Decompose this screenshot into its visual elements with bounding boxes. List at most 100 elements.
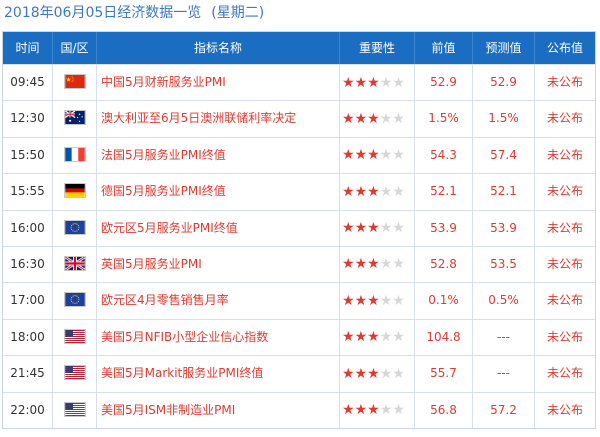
row-flag [52, 174, 96, 210]
row-previous: 55.7 [414, 356, 472, 392]
row-importance: ★ ★ ★ ★ ★ [339, 392, 414, 428]
header-indicator: 指标名称 [96, 32, 339, 64]
star-filled-icon: ★ [354, 329, 368, 346]
row-time: 18:00 [10, 329, 45, 344]
row-time: 09:45 [10, 75, 45, 89]
row-indicator-name[interactable]: 欧元区5月服务业PMI终值 [96, 210, 339, 246]
row-importance: ★ ★ ★ ★ ★ [339, 319, 414, 356]
header-actual: 公布值 [534, 32, 595, 64]
importance-stars: ★ ★ ★ ★ ★ [342, 174, 405, 209]
row-forecast: 53.9 [472, 210, 534, 246]
row-time: 12:30 [10, 111, 45, 126]
row-forecast: 57.4 [472, 137, 534, 174]
row-actual: 未公布 [534, 101, 595, 137]
row-flag [52, 246, 96, 283]
star-empty-icon: ★ [392, 183, 405, 200]
header-region: 国/区 [52, 32, 96, 64]
page-title-weekday: (星期二) [211, 5, 265, 21]
star-empty-icon: ★ [392, 365, 405, 382]
row-previous: 54.3 [414, 137, 472, 174]
row-importance: ★ ★ ★ ★ ★ [339, 65, 414, 101]
france-flag-icon [63, 146, 86, 162]
eu-flag-icon [63, 292, 86, 308]
row-indicator-name[interactable]: 美国5月NFIB小型企业信心指数 [96, 319, 339, 356]
row-actual: 未公布 [534, 137, 595, 174]
importance-stars: ★ ★ ★ ★ ★ [342, 101, 405, 136]
row-importance: ★ ★ ★ ★ ★ [339, 174, 414, 210]
usa-flag-icon [63, 328, 86, 344]
table-row[interactable]: 22:00 美国5月ISM非制造业PMI ★ ★ ★ ★ ★ 56.8 57.2 未公布 [3, 391, 595, 428]
star-filled-icon: ★ [354, 402, 368, 419]
row-forecast: --- [472, 319, 534, 356]
star-filled-icon: ★ [367, 74, 380, 91]
star-empty-icon: ★ [392, 220, 405, 237]
table-row[interactable]: 21:45 美国5月Markit服务业PMI终值 ★ ★ ★ ★ ★ 55.7 --- … [3, 355, 595, 392]
table-row[interactable]: 15:55 德国5月服务业PMI终值 ★ ★ ★ ★ ★ 52.1 52.1 未公布 [3, 173, 595, 210]
star-empty-icon: ★ [392, 292, 405, 309]
star-filled-icon: ★ [367, 147, 380, 164]
table-row[interactable]: 12:30 澳大利亚至6月5日澳洲联储利率决定 ★ ★ ★ ★ ★ 1.5% 1.5% … [3, 100, 595, 137]
star-empty-icon: ★ [379, 292, 393, 309]
importance-stars: ★ ★ ★ ★ ★ [342, 65, 405, 100]
australia-flag-icon [63, 110, 86, 126]
row-indicator-name[interactable]: 美国5月ISM非制造业PMI [96, 392, 339, 428]
row-indicator-name[interactable]: 欧元区4月零售销售月率 [96, 283, 339, 319]
row-indicator-name[interactable]: 澳大利亚至6月5日澳洲联储利率决定 [96, 101, 339, 137]
star-filled-icon: ★ [367, 220, 380, 237]
star-empty-icon: ★ [392, 329, 405, 346]
row-importance: ★ ★ ★ ★ ★ [339, 137, 414, 174]
uk-flag-icon [63, 255, 86, 271]
table-row[interactable]: 16:30 英国5月服务业PMI ★ ★ ★ ★ ★ 52.8 53.5 未公布 [3, 245, 595, 283]
star-filled-icon: ★ [367, 329, 380, 346]
star-empty-icon: ★ [379, 183, 393, 200]
star-filled-icon: ★ [367, 183, 380, 200]
star-empty-icon: ★ [379, 74, 393, 91]
row-indicator-name[interactable]: 德国5月服务业PMI终值 [96, 174, 339, 210]
star-empty-icon: ★ [379, 147, 393, 164]
star-empty-icon: ★ [392, 402, 405, 419]
page-title-date: 2018年06月05日经济数据一览 [4, 5, 202, 21]
row-previous: 53.9 [414, 210, 472, 246]
row-importance: ★ ★ ★ ★ ★ [339, 246, 414, 283]
star-filled-icon: ★ [342, 183, 355, 200]
row-previous: 104.8 [414, 319, 472, 356]
header-forecast: 预测值 [472, 32, 534, 64]
row-indicator-name[interactable]: 美国5月Markit服务业PMI终值 [96, 356, 339, 392]
row-indicator-name[interactable]: 英国5月服务业PMI [96, 246, 339, 283]
usa-flag-icon [63, 401, 86, 417]
row-forecast: 1.5% [472, 101, 534, 137]
star-filled-icon: ★ [342, 74, 355, 91]
star-filled-icon: ★ [342, 220, 355, 237]
star-filled-icon: ★ [342, 292, 355, 309]
row-forecast: --- [472, 356, 534, 392]
star-filled-icon: ★ [342, 110, 355, 127]
star-filled-icon: ★ [342, 147, 355, 164]
row-importance: ★ ★ ★ ★ ★ [339, 283, 414, 319]
table-row[interactable]: 18:00 美国5月NFIB小型企业信心指数 ★ ★ ★ ★ ★ 104.8 --- 未… [3, 318, 595, 356]
importance-stars: ★ ★ ★ ★ ★ [342, 138, 405, 173]
header-time: 时间 [15, 41, 40, 55]
star-empty-icon: ★ [379, 110, 393, 127]
star-filled-icon: ★ [367, 402, 380, 419]
star-filled-icon: ★ [354, 292, 368, 309]
row-importance: ★ ★ ★ ★ ★ [339, 101, 414, 137]
row-indicator-name[interactable]: 法国5月服务业PMI终值 [96, 137, 339, 174]
star-empty-icon: ★ [392, 256, 405, 273]
star-filled-icon: ★ [354, 256, 368, 273]
row-importance: ★ ★ ★ ★ ★ [339, 210, 414, 246]
table-row[interactable]: 16:00 欧元区5月服务业PMI终值 ★ ★ ★ ★ ★ 53.9 53.9 未公布 [3, 209, 595, 246]
row-flag [52, 392, 96, 428]
table-row[interactable]: 09:45 中国5月财新服务业PMI ★ ★ ★ ★ ★ 52.9 52.9 未公布 [3, 64, 595, 101]
importance-stars: ★ ★ ★ ★ ★ [342, 356, 405, 391]
importance-stars: ★ ★ ★ ★ ★ [342, 283, 405, 318]
row-time: 16:00 [10, 220, 45, 235]
importance-stars: ★ ★ ★ ★ ★ [342, 393, 405, 428]
row-previous: 52.1 [414, 174, 472, 210]
row-actual: 未公布 [534, 319, 595, 356]
star-filled-icon: ★ [367, 256, 380, 273]
table-row[interactable]: 15:50 法国5月服务业PMI终值 ★ ★ ★ ★ ★ 54.3 57.4 未公布 [3, 136, 595, 174]
row-indicator-name[interactable]: 中国5月财新服务业PMI [96, 65, 339, 101]
table-row[interactable]: 17:00 欧元区4月零售销售月率 ★ ★ ★ ★ ★ 0.1% 0.5% 未公布 [3, 282, 595, 319]
row-previous: 56.8 [414, 392, 472, 428]
row-actual: 未公布 [534, 246, 595, 283]
